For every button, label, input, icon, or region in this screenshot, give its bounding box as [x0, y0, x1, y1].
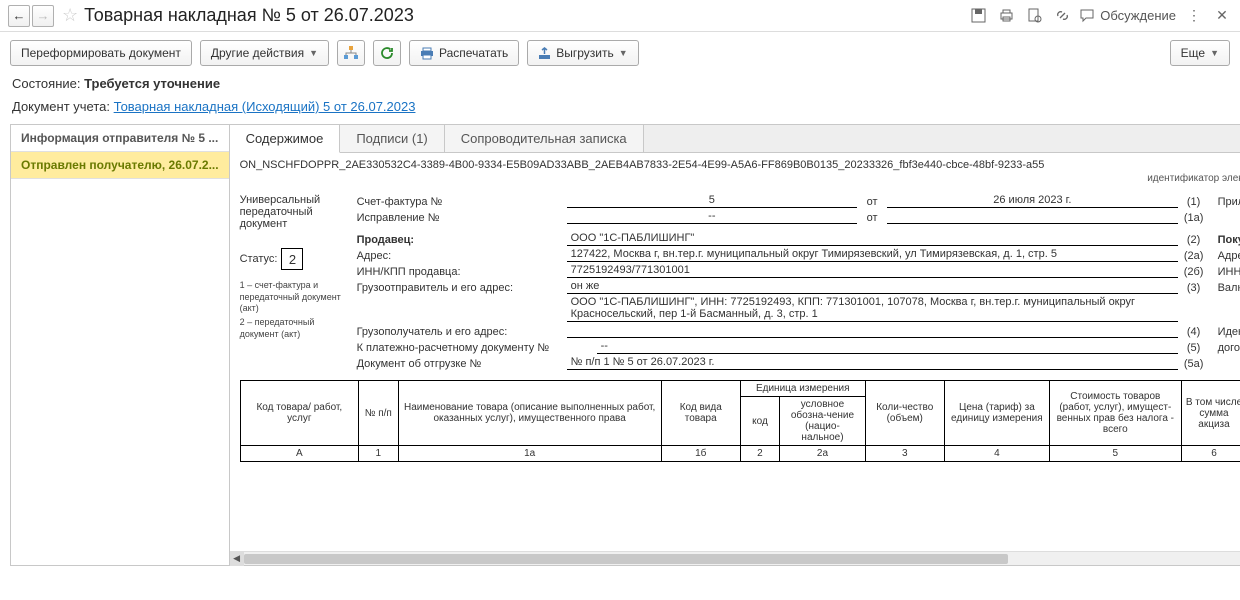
reform-button[interactable]: Переформировать документ	[10, 40, 192, 66]
scroll-thumb[interactable]	[244, 554, 1008, 564]
hierarchy-button[interactable]	[337, 40, 365, 66]
items-table: Код товара/ работ, услуг № п/п Наименова…	[240, 380, 1240, 462]
print-icon[interactable]	[996, 6, 1016, 26]
state-row: Состояние: Требуется уточнение	[0, 74, 1240, 97]
other-actions-button[interactable]: Другие действия▼	[200, 40, 329, 66]
doclink-row: Документ учета: Товарная накладная (Исхо…	[0, 97, 1240, 124]
doc-identifier: ON_NSCHFDOPPR_2AE330532C4-3389-4B00-9334…	[230, 153, 1240, 173]
status-value: 2	[281, 248, 303, 270]
doc-identifier-caption: идентификатор электронного документа	[230, 173, 1240, 188]
accounting-doc-link[interactable]: Товарная накладная (Исходящий) 5 от 26.0…	[114, 99, 416, 114]
tabs: Содержимое Подписи (1) Сопроводительная …	[230, 125, 1240, 153]
print-button[interactable]: Распечатать	[409, 40, 519, 66]
document-view[interactable]: Универсальный передаточный документ Стат…	[230, 188, 1240, 551]
more-button[interactable]: Еще▼	[1170, 40, 1230, 66]
refresh-button[interactable]	[373, 40, 401, 66]
upload-icon	[538, 47, 551, 60]
chat-icon	[1080, 8, 1096, 23]
tab-content[interactable]: Содержимое	[230, 125, 341, 153]
nav-forward[interactable]: →	[32, 5, 54, 27]
left-item-sender-info[interactable]: Информация отправителя № 5 ...	[11, 125, 229, 152]
page-title: Товарная накладная № 5 от 26.07.2023	[84, 5, 968, 26]
horizontal-scrollbar[interactable]: ◀ ▶	[230, 551, 1240, 565]
left-panel: Информация отправителя № 5 ... Отправлен…	[10, 124, 230, 566]
hierarchy-icon	[343, 46, 359, 60]
kebab-icon[interactable]: ⋮	[1184, 6, 1204, 26]
refresh-icon	[380, 46, 394, 60]
close-icon[interactable]: ✕	[1212, 6, 1232, 26]
favorite-star-icon[interactable]: ☆	[62, 5, 78, 26]
printer-icon	[420, 47, 434, 60]
link-icon[interactable]	[1052, 6, 1072, 26]
tab-signatures[interactable]: Подписи (1)	[340, 125, 444, 152]
left-item-sent[interactable]: Отправлен получателю, 26.07.2...	[11, 152, 229, 179]
nav-back[interactable]: ←	[8, 5, 30, 27]
tab-coverletter[interactable]: Сопроводительная записка	[445, 125, 644, 152]
doc-search-icon[interactable]	[1024, 6, 1044, 26]
discuss-button[interactable]: Обсуждение	[1080, 8, 1176, 23]
scroll-left-icon[interactable]: ◀	[230, 552, 244, 566]
upload-button[interactable]: Выгрузить▼	[527, 40, 638, 66]
save-icon[interactable]	[968, 6, 988, 26]
